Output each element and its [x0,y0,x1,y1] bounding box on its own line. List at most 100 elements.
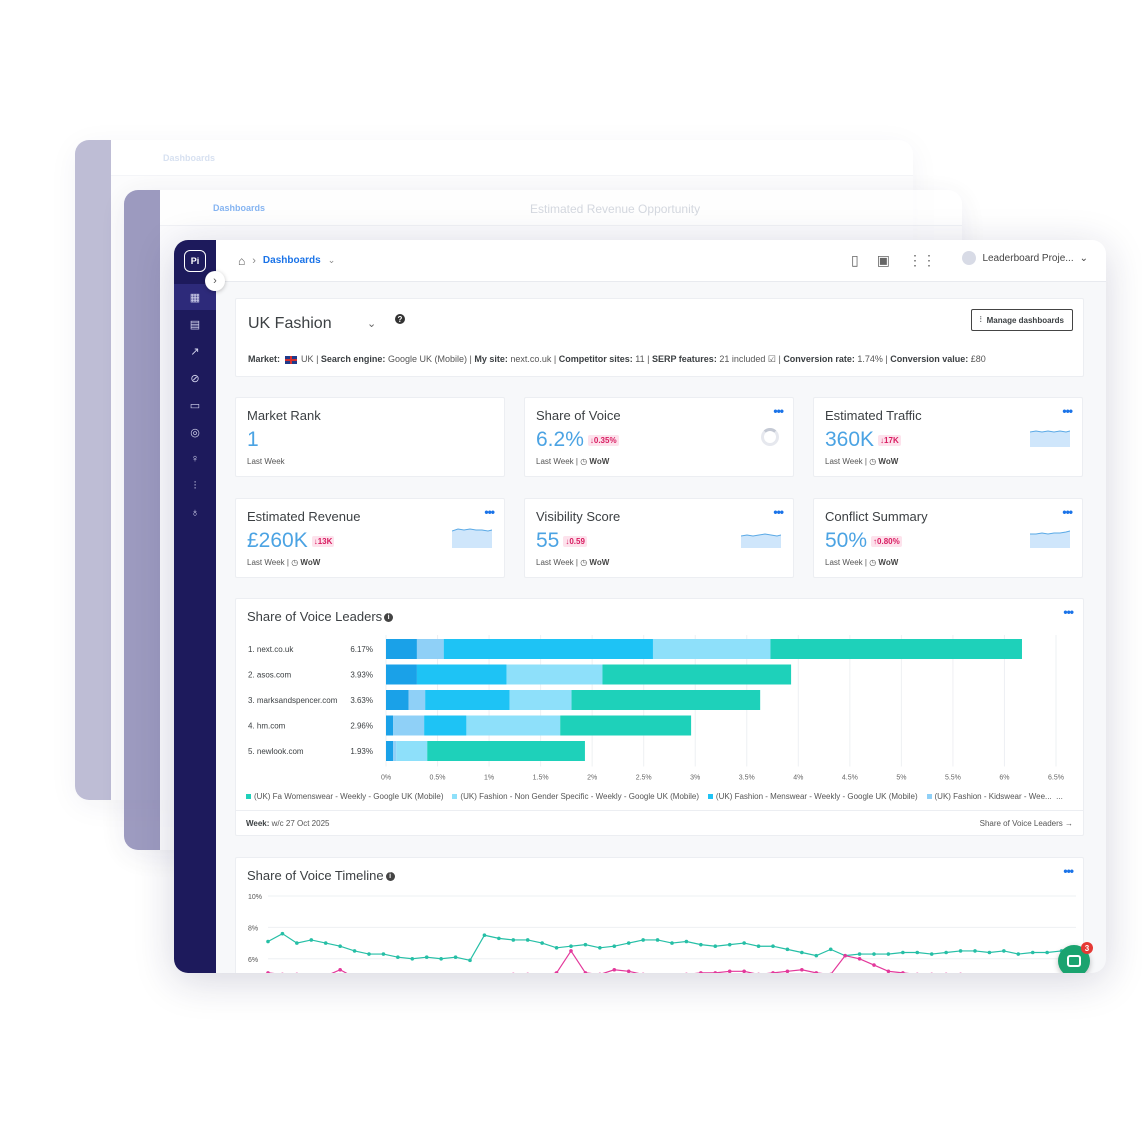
data-point[interactable] [554,945,559,950]
bar-segment[interactable] [506,664,603,685]
bar-segment[interactable] [427,741,585,761]
data-point[interactable] [612,944,617,949]
more-options-icon[interactable]: ••• [773,404,784,418]
data-point[interactable] [785,947,790,952]
legend-item[interactable]: (UK) Fa Womenswear - Weekly - Google UK … [246,792,444,801]
kpi-visibility-score[interactable]: Visibility Score ••• 55 ↓0.59 Last Week |… [524,498,794,578]
data-point[interactable] [713,971,718,973]
data-point[interactable] [872,963,876,967]
account-switcher[interactable]: Leaderboard Proje... ⌄ [962,251,1088,265]
home-icon[interactable]: ⌂ [238,254,245,268]
data-point[interactable] [309,938,314,942]
data-point[interactable] [453,955,458,959]
legend-item[interactable]: (UK) Fashion - Menswear - Weekly - Googl… [707,792,918,801]
data-point[interactable] [583,942,588,947]
data-point[interactable] [785,969,790,973]
data-point[interactable] [626,941,631,945]
data-point[interactable] [857,956,862,961]
bar-segment[interactable] [602,664,792,685]
map-icon[interactable]: ▯ [851,252,859,269]
data-point[interactable] [439,956,443,961]
data-point[interactable] [886,952,891,956]
bar-segment[interactable] [386,639,417,659]
chat-button[interactable]: 3 [1058,942,1093,973]
data-point[interactable] [511,938,516,942]
bar-segment[interactable] [770,639,1022,659]
compass-icon[interactable]: ⊘ [185,368,205,388]
insights-icon[interactable]: ◎ [185,422,205,442]
data-point[interactable] [901,971,905,973]
sov-leaders-link[interactable]: Share of Voice Leaders → [980,819,1073,828]
lightbulb-icon[interactable]: ♀ [185,449,205,469]
data-point[interactable] [771,971,775,973]
data-point[interactable] [641,938,645,942]
legend-more-icon[interactable]: ... [1056,792,1063,801]
bar-segment[interactable] [396,741,428,761]
bar-segment[interactable] [386,741,394,761]
calendar-icon[interactable]: ▣ [877,252,890,269]
bar-segment[interactable] [416,639,444,659]
legend-item[interactable]: (UK) Fashion - Kidswear - Wee... [926,792,1052,801]
data-point[interactable] [915,950,920,955]
monitor-icon[interactable]: ▭ [185,395,205,415]
data-point[interactable] [396,955,400,959]
data-point[interactable] [742,941,746,945]
data-point[interactable] [727,969,732,973]
notification-icon[interactable]: ♁ [185,503,205,523]
bar-segment[interactable] [425,690,510,710]
app-logo[interactable]: Pi [184,250,206,272]
data-point[interactable] [266,971,270,973]
data-point[interactable] [814,953,819,958]
bar-segment[interactable] [424,715,467,736]
bar-segment[interactable] [408,690,426,710]
data-point[interactable] [713,944,718,949]
data-point[interactable] [612,967,617,972]
data-point[interactable] [684,939,689,944]
data-point[interactable] [987,950,992,955]
data-point[interactable] [973,949,977,953]
data-point[interactable] [295,941,299,945]
data-point[interactable] [1016,952,1021,956]
data-point[interactable] [482,933,487,938]
data-point[interactable] [901,950,905,955]
data-point[interactable] [814,971,819,973]
help-icon[interactable]: ? [395,314,405,324]
bar-segment[interactable] [386,715,394,736]
data-point[interactable] [338,967,342,972]
data-point[interactable] [525,938,530,942]
data-point[interactable] [626,969,631,973]
data-point[interactable] [944,950,948,955]
data-point[interactable] [843,953,847,958]
data-point[interactable] [266,939,270,944]
data-point[interactable] [958,949,963,953]
bar-segment[interactable] [443,639,653,659]
trend-icon[interactable]: ↗ [185,341,205,361]
bar-segment[interactable] [560,715,692,736]
data-point[interactable] [468,958,472,963]
data-point[interactable] [497,936,501,941]
data-point[interactable] [886,969,891,973]
data-point[interactable] [569,944,573,949]
manage-dashboards-button[interactable]: ⫶ Manage dashboards [970,309,1073,331]
bar-segment[interactable] [386,664,417,685]
dashboard-title[interactable]: UK Fashion [248,315,332,333]
data-point[interactable] [1002,949,1006,953]
bar-segment[interactable] [509,690,572,710]
chevron-down-icon[interactable]: ⌄ [367,317,376,330]
bar-segment[interactable] [466,715,561,736]
data-point[interactable] [699,971,703,973]
bar-segment[interactable] [393,715,425,736]
data-point[interactable] [699,942,703,947]
more-options-icon[interactable]: ••• [1062,404,1073,418]
kpi-conflict-summary[interactable]: Conflict Summary ••• 50% ↑0.80% Last Week… [813,498,1083,578]
bar-segment[interactable] [386,690,409,710]
data-point[interactable] [828,947,833,952]
chevron-down-icon[interactable]: ⌄ [328,255,336,266]
data-point[interactable] [424,955,429,959]
data-point[interactable] [872,952,876,956]
data-point[interactable] [280,931,285,936]
reports-icon[interactable]: ▤ [185,314,205,334]
apps-grid-icon[interactable]: ⋮⋮ [908,252,936,269]
breadcrumb-dashboards[interactable]: Dashboards [263,255,321,266]
data-point[interactable] [670,941,674,945]
